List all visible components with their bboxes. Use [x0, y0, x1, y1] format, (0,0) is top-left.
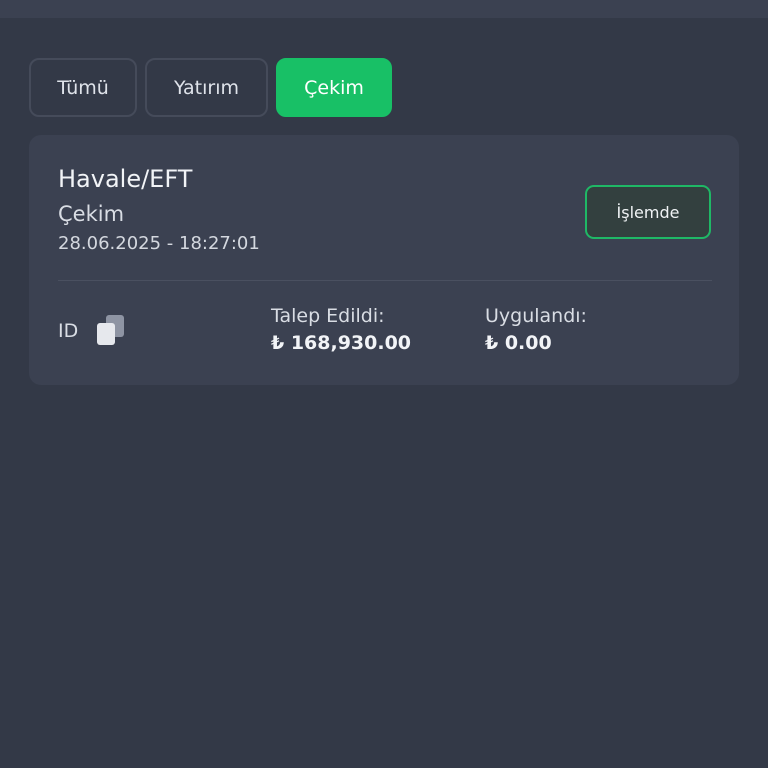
filter-tabs: Tümü Yatırım Çekim [29, 58, 392, 117]
tab-withdrawal[interactable]: Çekim [276, 58, 392, 117]
requested-amount: ₺ 168,930.00 [271, 332, 412, 354]
applied-amount: ₺ 0.00 [485, 332, 552, 354]
requested-column: Talep Edildi: ₺ 168,930.00 [271, 305, 411, 354]
transaction-card: Havale/EFT Çekim 28.06.2025 - 18:27:01 İ… [29, 135, 739, 385]
tab-all[interactable]: Tümü [29, 58, 137, 117]
applied-label: Uygulandı: [485, 305, 587, 327]
status-button[interactable]: İşlemde [585, 185, 711, 239]
transaction-type: Çekim [58, 202, 125, 226]
divider [58, 280, 712, 281]
transaction-datetime: 28.06.2025 - 18:27:01 [58, 233, 260, 254]
top-bar [0, 0, 768, 18]
transaction-method: Havale/EFT [58, 165, 193, 193]
id-label: ID [58, 320, 79, 342]
copy-icon[interactable] [95, 313, 127, 347]
tab-deposit[interactable]: Yatırım [145, 58, 268, 117]
applied-column: Uygulandı: ₺ 0.00 [485, 305, 587, 354]
requested-label: Talep Edildi: [271, 305, 385, 327]
